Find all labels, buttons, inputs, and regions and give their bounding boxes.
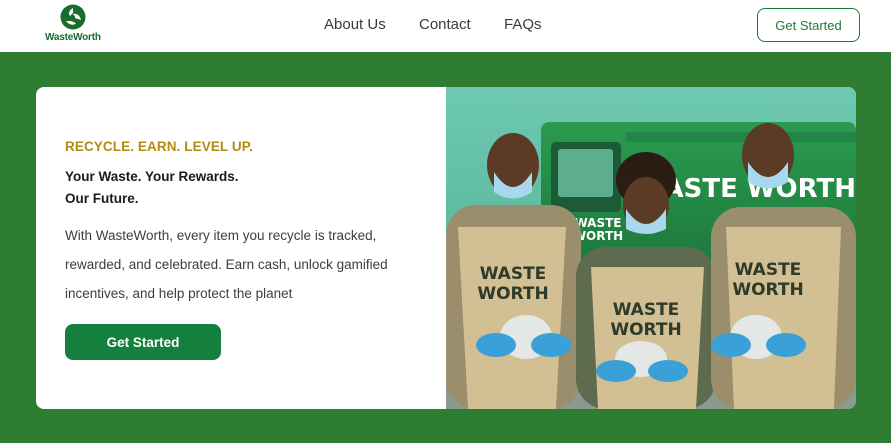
apron-left-line-2: WORTH [477,284,548,304]
apron-middle-line-2: WORTH [610,320,681,340]
recycle-leaf-icon [60,4,86,30]
hero-card: RECYCLE. EARN. LEVEL UP. Your Waste. You… [36,87,856,409]
brand-name: WasteWorth [45,32,101,43]
hero-eyebrow: RECYCLE. EARN. LEVEL UP. [65,139,253,154]
nav-link-about-us[interactable]: About Us [324,16,386,33]
apron-left-line-1: WASTE [480,264,547,284]
hero-description: With WasteWorth, every item you recycle … [65,221,415,308]
nav-get-started-button[interactable]: Get Started [757,8,860,42]
apron-right-line-2: WORTH [732,280,803,300]
apron-right-line-1: WASTE [735,260,802,280]
hero-description-line-3: incentives, and help protect the planet [65,286,293,301]
hero-get-started-button[interactable]: Get Started [65,324,221,360]
hero-description-line-2: rewarded, and celebrated. Earn cash, unl… [65,257,388,272]
truck-door-text-line-1: WASTE [574,216,621,230]
top-navbar: WasteWorth About Us Contact FAQs Get Sta… [0,0,891,52]
hero-headline-line-2: Our Future. [65,191,139,206]
hero-headline-line-1: Your Waste. Your Rewards. [65,169,239,184]
hero-text-panel: RECYCLE. EARN. LEVEL UP. Your Waste. You… [36,87,446,409]
hero-photo-illustration: WASTE WORTH WASTE WORTH WASTE WORTH WAST… [446,87,856,409]
nav-link-faqs[interactable]: FAQs [504,16,542,33]
hero-headline: Your Waste. Your Rewards. Our Future. [65,166,239,210]
brand-logo[interactable]: WasteWorth [45,3,103,45]
nav-link-contact[interactable]: Contact [419,16,471,33]
hero-photo: WASTE WORTH WASTE WORTH WASTE WORTH WAST… [446,87,856,409]
hero-description-line-1: With WasteWorth, every item you recycle … [65,228,377,243]
apron-middle-line-1: WASTE [613,300,680,320]
